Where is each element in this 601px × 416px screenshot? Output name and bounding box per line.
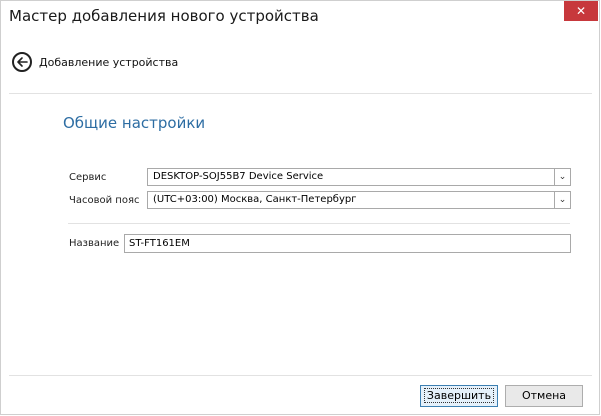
header-divider — [9, 93, 592, 94]
timezone-select[interactable]: (UTC+03:00) Москва, Санкт-Петербург ⌄ — [147, 191, 571, 209]
service-selected-value: DESKTOP-SOJ55B7 Device Service — [153, 171, 324, 182]
finish-button-label: Завершить — [423, 388, 495, 403]
cancel-button[interactable]: Отмена — [505, 385, 583, 407]
chevron-down-icon[interactable]: ⌄ — [554, 169, 570, 185]
chevron-down-icon[interactable]: ⌄ — [554, 192, 570, 208]
wizard-header: Добавление устройства — [1, 49, 599, 83]
name-input[interactable]: ST-FT161EM — [124, 234, 571, 253]
step-title: Добавление устройства — [39, 56, 179, 69]
timezone-selected-value: (UTC+03:00) Москва, Санкт-Петербург — [153, 194, 357, 205]
timezone-label: Часовой пояс — [69, 195, 140, 206]
footer-divider — [9, 375, 592, 376]
finish-button[interactable]: Завершить — [420, 385, 498, 407]
wizard-window: Мастер добавления нового устройства ✕ До… — [0, 0, 600, 415]
window-title: Мастер добавления нового устройства — [9, 7, 319, 25]
form-divider — [68, 223, 570, 224]
close-button[interactable]: ✕ — [564, 1, 598, 21]
cancel-button-label: Отмена — [521, 389, 567, 402]
section-title: Общие настройки — [63, 114, 206, 132]
service-label: Сервис — [69, 172, 107, 183]
name-input-value: ST-FT161EM — [129, 238, 190, 249]
close-icon: ✕ — [575, 4, 587, 18]
service-select[interactable]: DESKTOP-SOJ55B7 Device Service ⌄ — [147, 168, 571, 186]
title-bar: Мастер добавления нового устройства ✕ — [1, 1, 599, 31]
name-label: Название — [69, 238, 120, 249]
back-button[interactable] — [12, 52, 32, 72]
back-arrow-circle-icon — [17, 57, 28, 67]
